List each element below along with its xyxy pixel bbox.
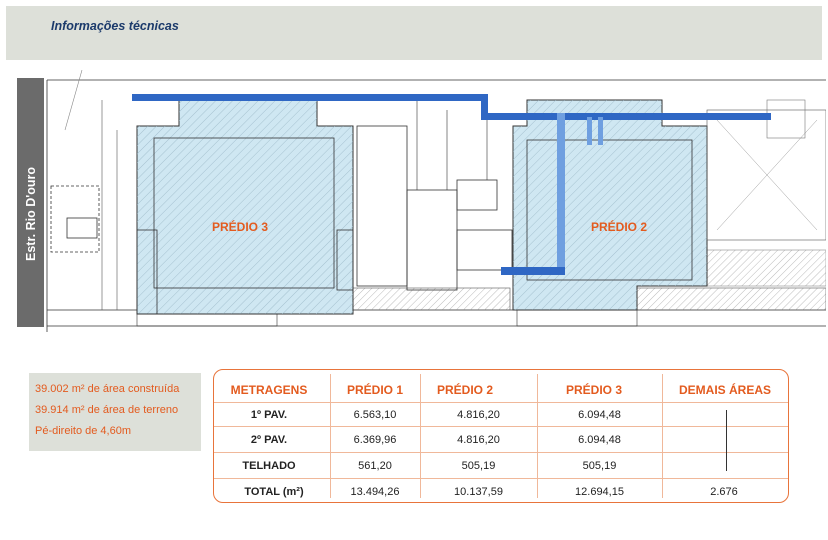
summary-land-area: 39.914 m² de área de terreno [35, 404, 179, 416]
header-predio-2: PRÉDIO 2 [436, 383, 493, 397]
row-divider [214, 478, 788, 479]
table-cell: 561,20 [358, 460, 392, 472]
street-bar: Estr. Rio D'ouro [17, 78, 44, 327]
table-cell: 6.563,10 [353, 409, 397, 421]
header-demais-areas: DEMAIS ÁREAS [678, 383, 771, 397]
page-title: Informações técnicas [51, 19, 179, 33]
row-divider [214, 426, 788, 427]
floor-plan-drawing [46, 70, 826, 332]
row-divider [214, 452, 788, 453]
summary-ceiling-height: Pé-direito de 4,60m [35, 425, 131, 437]
table-cell: 12.694,15 [575, 486, 624, 498]
header-metragens: METRAGENS [230, 383, 308, 397]
site-plan: Estr. Rio D'ouro PRÉDIO 3 PRÉDIO 2 [17, 70, 826, 342]
header-predio-1: PRÉDIO 1 [346, 383, 403, 397]
column-divider [662, 374, 663, 498]
table-cell: 4.816,20 [457, 409, 500, 421]
table-cell: 10.137,59 [454, 486, 503, 498]
table-cell: 6.369,96 [353, 434, 397, 446]
row-label-2pav: 2º PAV. [250, 434, 288, 446]
table-cell: 505,19 [461, 460, 496, 472]
summary-built-area: 39.002 m² de área construída [35, 383, 180, 395]
building-label-left: PRÉDIO 3 [212, 220, 269, 234]
table-cell-demais-total: 2.676 [710, 486, 738, 498]
row-label-telhado: TELHADO [242, 460, 296, 472]
row-label-1pav: 1º PAV. [250, 409, 288, 421]
row-label-total: TOTAL (m²) [244, 486, 304, 498]
table-cell: 505,19 [582, 460, 617, 472]
table-cell: 13.494,26 [350, 486, 400, 498]
header-band: Informações técnicas [6, 6, 822, 60]
building-label-right: PRÉDIO 2 [591, 220, 648, 234]
summary-box: 39.002 m² de área construída 39.914 m² d… [29, 373, 201, 451]
table-cell: 4.816,20 [457, 434, 500, 446]
street-label: Estr. Rio D'ouro [24, 167, 38, 261]
header-predio-3: PRÉDIO 3 [565, 383, 622, 397]
table-cell: 6.094,48 [578, 409, 621, 421]
row-divider [214, 402, 788, 403]
areas-table: METRAGENS PRÉDIO 1 PRÉDIO 2 PRÉDIO 3 DEM… [213, 369, 789, 503]
table-cell: 6.094,48 [578, 434, 621, 446]
demais-areas-span-line [726, 410, 727, 471]
